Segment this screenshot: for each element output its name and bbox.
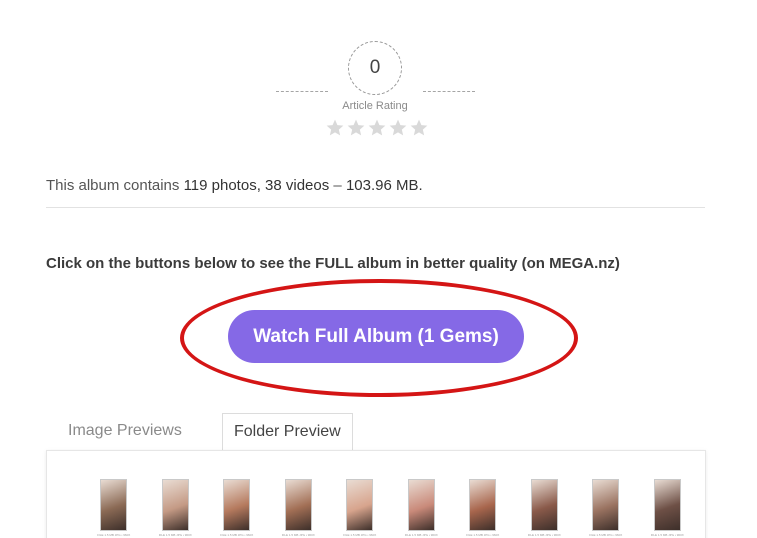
thumbnail-image[interactable] xyxy=(407,479,435,531)
thumbnail-strip: FILE 1.5 MB JPG • 960X FILE 1.5 MB JPG • … xyxy=(83,479,698,537)
rating-label: Article Rating xyxy=(342,100,408,112)
thumbnail-caption: FILE 1.5 MB JPG • 960X xyxy=(220,533,254,537)
thumbnail-caption: FILE 1.5 MB JPG • 960X xyxy=(158,533,192,537)
album-media-count: 119 photos, 38 videos xyxy=(183,177,330,194)
thumbnail-caption: FILE 1.5 MB JPG • 960X xyxy=(589,533,623,537)
thumbnail[interactable]: FILE 1.5 MB JPG • 960X xyxy=(637,479,699,537)
album-size: 103.96 MB. xyxy=(345,177,423,194)
star-icon[interactable] xyxy=(388,118,408,138)
thumbnail-image[interactable] xyxy=(161,479,189,531)
section-divider xyxy=(46,207,705,208)
thumbnail-image[interactable] xyxy=(592,479,620,531)
thumbnail[interactable]: FILE 1.5 MB JPG • 960X xyxy=(268,479,330,537)
thumbnail-image[interactable] xyxy=(284,479,312,531)
watch-full-album-button[interactable]: Watch Full Album (1 Gems) xyxy=(228,310,524,363)
thumbnail-caption: FILE 1.5 MB JPG • 960X xyxy=(650,533,684,537)
thumbnail[interactable]: FILE 1.5 MB JPG • 960X xyxy=(514,479,576,537)
thumbnail-caption: FILE 1.5 MB JPG • 960X xyxy=(97,533,131,537)
thumbnail-image[interactable] xyxy=(653,479,681,531)
thumbnail[interactable]: FILE 1.5 MB JPG • 960X xyxy=(145,479,207,537)
thumbnail-image[interactable] xyxy=(530,479,558,531)
star-icon[interactable] xyxy=(367,118,387,138)
instruction-text: Click on the buttons below to see the FU… xyxy=(46,255,620,272)
tab-folder-preview[interactable]: Folder Preview xyxy=(222,413,353,451)
thumbnail[interactable]: FILE 1.5 MB JPG • 960X xyxy=(83,479,145,537)
thumbnail[interactable]: FILE 1.5 MB JPG • 960X xyxy=(206,479,268,537)
thumbnail-caption: FILE 1.5 MB JPG • 960X xyxy=(466,533,500,537)
tab-image-previews[interactable]: Image Previews xyxy=(68,422,182,440)
thumbnail-caption: FILE 1.5 MB JPG • 960X xyxy=(281,533,315,537)
thumbnail[interactable]: FILE 1.5 MB JPG • 960X xyxy=(329,479,391,537)
thumbnail-image[interactable] xyxy=(346,479,374,531)
rating-value: 0 xyxy=(348,41,402,95)
star-icon[interactable] xyxy=(346,118,366,138)
thumbnail-caption: FILE 1.5 MB JPG • 960X xyxy=(343,533,377,537)
thumbnail[interactable]: FILE 1.5 MB JPG • 960X xyxy=(391,479,453,537)
preview-panel: FILE 1.5 MB JPG • 960X FILE 1.5 MB JPG • … xyxy=(46,450,706,538)
thumbnail-caption: FILE 1.5 MB JPG • 960X xyxy=(404,533,438,537)
thumbnail-caption: FILE 1.5 MB JPG • 960X xyxy=(527,533,561,537)
star-icon[interactable] xyxy=(409,118,429,138)
rating-divider-right xyxy=(423,91,475,92)
thumbnail-image[interactable] xyxy=(223,479,251,531)
thumbnail-image[interactable] xyxy=(100,479,128,531)
album-info-separator: – xyxy=(329,177,346,194)
thumbnail[interactable]: FILE 1.5 MB JPG • 960X xyxy=(452,479,514,537)
thumbnail[interactable]: FILE 1.5 MB JPG • 960X xyxy=(575,479,637,537)
album-info: This album contains 119 photos, 38 video… xyxy=(46,177,423,194)
star-icon[interactable] xyxy=(325,118,345,138)
rating-stars[interactable] xyxy=(325,118,429,138)
thumbnail-image[interactable] xyxy=(469,479,497,531)
rating-divider-left xyxy=(276,91,328,92)
album-info-prefix: This album contains xyxy=(46,177,184,194)
